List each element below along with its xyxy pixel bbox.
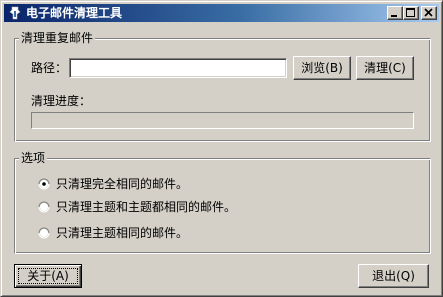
app-icon <box>7 5 23 21</box>
title-bar[interactable]: 电子邮件清理工具 <box>4 4 439 22</box>
close-icon <box>424 8 433 17</box>
progress-label: 清理进度： <box>31 94 92 108</box>
radio-exact-duplicate[interactable]: 只清理完全相同的邮件。 <box>38 176 338 192</box>
main-window: 电子邮件清理工具 清理重复邮件 路径： 浏览(B) 清理(C) 清理进度： 选项… <box>0 0 443 297</box>
radio-subject-only[interactable]: 只清理主题相同的邮件。 <box>38 225 338 241</box>
radio-label: 只清理完全相同的邮件。 <box>56 177 189 191</box>
about-button[interactable]: 关于(A) <box>14 264 82 288</box>
focus-rect <box>18 268 78 284</box>
radio-label: 只清理主题和主题都相同的邮件。 <box>56 200 237 214</box>
clean-progress-bar <box>31 112 414 129</box>
exit-button-label: 退出(Q) <box>372 269 415 283</box>
radio-circle-icon <box>38 201 50 213</box>
path-label: 路径： <box>31 61 68 75</box>
minimize-icon <box>391 15 397 17</box>
radio-circle-icon <box>38 227 50 239</box>
radio-circle-icon <box>38 178 50 190</box>
maximize-button[interactable] <box>403 6 419 20</box>
clean-group-label: 清理重复邮件 <box>19 31 96 45</box>
exit-button[interactable]: 退出(Q) <box>358 264 429 288</box>
path-input[interactable] <box>69 58 287 78</box>
options-group-label: 选项 <box>19 151 48 165</box>
clean-button-label: 清理(C) <box>364 61 406 75</box>
clean-button[interactable]: 清理(C) <box>356 56 414 80</box>
browse-button[interactable]: 浏览(B) <box>293 56 351 80</box>
close-button[interactable] <box>421 6 437 20</box>
maximize-icon <box>406 8 415 17</box>
minimize-button[interactable] <box>387 6 403 20</box>
radio-subject-and-body[interactable]: 只清理主题和主题都相同的邮件。 <box>38 199 338 215</box>
browse-button-label: 浏览(B) <box>301 61 343 75</box>
window-title: 电子邮件清理工具 <box>26 6 123 20</box>
radio-label: 只清理主题相同的邮件。 <box>56 226 189 240</box>
